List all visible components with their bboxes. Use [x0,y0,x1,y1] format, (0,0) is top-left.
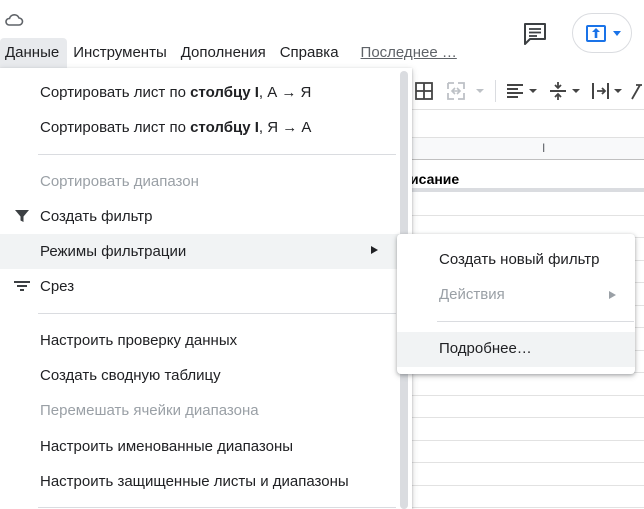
toolbar-separator [495,80,496,102]
comment-icon[interactable] [522,22,548,46]
menu-bar: Данные Инструменты Дополнения Справка По… [0,38,465,68]
menu-item-label: Создать сводную таблицу [40,367,221,384]
submenu-arrow-icon [609,291,616,299]
row-divider [402,507,644,508]
menu-item-label: Создать фильтр [40,208,153,225]
data-menu-dropdown: Сортировать лист по столбцу I, А → Я Сор… [0,68,412,509]
submenu-item-label: Действия [439,286,505,303]
menu-filter-views[interactable]: Режимы фильтрации [0,234,412,269]
merge-cells-icon[interactable] [446,81,466,101]
menu-slicer[interactable]: Срез [0,269,412,304]
menu-item-label: Настроить проверку данных [40,332,238,349]
menu-create-filter[interactable]: Создать фильтр [0,199,412,234]
submenu-create-new-filter-view[interactable]: Создать новый фильтр [397,243,635,278]
present-button[interactable] [572,13,632,53]
submenu-item-label: Подробнее… [439,340,532,357]
menu-item-label: Настроить именованные диапазоны [40,438,294,455]
chevron-down-icon[interactable] [613,31,621,36]
submenu-item-label: Создать новый фильтр [439,251,600,268]
menu-separator [38,507,396,508]
frozen-row-divider[interactable] [402,188,644,192]
column-header-i[interactable]: I [402,138,644,160]
submenu-actions: Действия [397,278,635,313]
menu-item-label: Сортировать лист по столбцу I, Я → А [40,119,312,136]
row-divider [402,485,644,486]
row-divider [402,462,644,463]
menu-sort-sheet-az[interactable]: Сортировать лист по столбцу I, А → Я [0,75,412,110]
submenu-separator [437,321,634,322]
menu-item-label: Перемешать ячейки диапазона [40,402,259,419]
submenu-arrow-icon [371,246,378,254]
row-divider [402,440,644,441]
menu-item-label: Срез [40,278,75,295]
row-divider [402,417,644,418]
row-divider [402,395,644,396]
text-wrapping-icon[interactable] [590,81,624,101]
horizontal-align-icon[interactable] [505,81,539,101]
menu-sort-range: Сортировать диапазон [0,164,412,199]
menu-separator [38,154,396,155]
filter-icon [15,210,29,222]
borders-icon[interactable] [414,81,434,101]
menu-randomize-range: Перемешать ячейки диапазона [0,393,412,428]
arrow-up-icon [592,28,600,38]
slicer-icon [14,281,30,291]
last-edit-link[interactable]: Последнее … [355,38,465,68]
menu-item-label: Сортировать лист по столбцу I, А → Я [40,84,312,101]
toolbar [402,72,644,110]
formula-bar[interactable] [402,110,644,138]
menu-item-label: Настроить защищенные листы и диапазоны [40,473,349,490]
menu-data[interactable]: Данные [0,38,68,68]
menu-item-label: Режимы фильтрации [40,243,187,260]
menu-separator [38,313,396,314]
menu-addons[interactable]: Дополнения [175,38,274,68]
cloud-saved-icon[interactable] [4,12,24,28]
top-bar: Данные Инструменты Дополнения Справка По… [0,0,644,68]
row-divider [402,215,644,216]
menu-item-label: Сортировать диапазон [40,173,199,190]
menu-protected-sheets[interactable]: Настроить защищенные листы и диапазоны [0,464,412,499]
column-letter: I [542,141,546,155]
menu-named-ranges[interactable]: Настроить именованные диапазоны [0,429,412,464]
menu-help[interactable]: Справка [274,38,347,68]
submenu-learn-more[interactable]: Подробнее… [397,332,635,367]
menu-pivot-table[interactable]: Создать сводную таблицу [0,358,412,393]
menu-sort-sheet-za[interactable]: Сортировать лист по столбцу I, Я → А [0,110,412,145]
filter-views-submenu: Создать новый фильтр Действия Подробнее… [397,234,635,374]
menu-tools[interactable]: Инструменты [67,38,175,68]
vertical-align-icon[interactable] [548,81,582,101]
text-rotation-icon[interactable] [630,81,644,101]
menu-data-validation[interactable]: Настроить проверку данных [0,323,412,358]
merge-dropdown-icon[interactable] [475,81,485,101]
header-cell[interactable]: исание [410,171,459,187]
